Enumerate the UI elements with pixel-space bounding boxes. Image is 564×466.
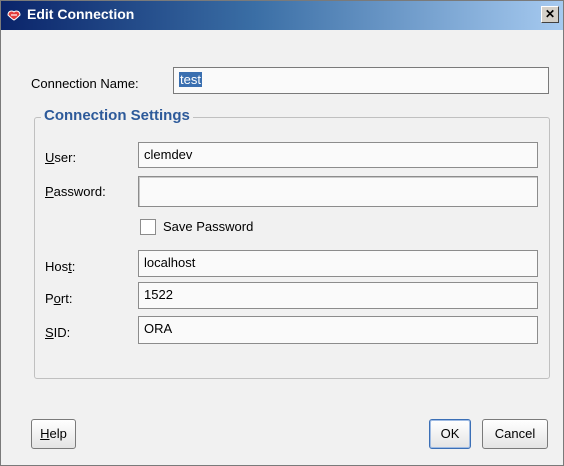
app-icon [7,10,21,21]
help-button[interactable]: Help [31,419,76,449]
host-input[interactable]: localhost [138,250,538,277]
port-label: Port: [45,291,73,306]
connection-name-input[interactable]: test [173,67,549,94]
cancel-button[interactable]: Cancel [482,419,548,449]
host-label: Host: [45,259,76,274]
user-value: clemdev [144,147,193,162]
port-input[interactable]: 1522 [138,282,538,309]
connection-name-label: Connection Name: [31,76,139,91]
sid-input[interactable]: ORA [138,316,538,344]
title-bar[interactable]: Edit Connection ✕ [1,1,563,30]
user-label: User: [45,150,77,165]
password-label: Password: [45,184,106,199]
connection-name-value: test [179,72,202,87]
sid-value: ORA [144,321,173,336]
host-value: localhost [144,255,196,270]
window-title: Edit Connection [27,6,135,22]
sid-label: SID: [45,325,71,340]
connection-settings-title: Connection Settings [41,107,193,124]
save-password-label[interactable]: Save Password [163,219,253,234]
close-icon: ✕ [544,7,556,21]
save-password-checkbox[interactable] [140,219,156,235]
user-input[interactable]: clemdev [138,142,538,168]
close-button[interactable]: ✕ [541,6,559,23]
ok-button[interactable]: OK [429,419,471,449]
password-input[interactable] [138,176,538,207]
edit-connection-dialog: Edit Connection ✕ Connection Name: test … [0,0,564,466]
port-value: 1522 [144,287,173,302]
